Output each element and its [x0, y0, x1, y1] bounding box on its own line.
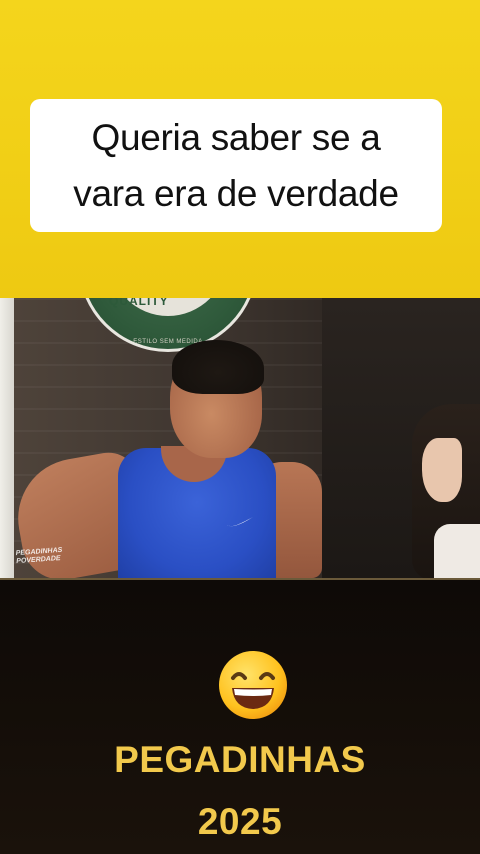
nike-swoosh-icon — [227, 517, 253, 527]
video-post: Queria saber se a vara era de verdade PR… — [0, 0, 480, 854]
woman-white-shirt — [434, 524, 480, 578]
video-frame[interactable]: PREMIUM QUALITY ESTILO SEM MEDIDA PEGADI… — [0, 298, 480, 578]
caption-text: Queria saber se a vara era de verdade — [73, 110, 399, 222]
left-wall-strip — [0, 298, 14, 578]
man-hair — [172, 340, 264, 394]
woman-face — [422, 438, 462, 502]
store-logo-text: PREMIUM QUALITY — [109, 298, 169, 308]
caption-line-2: vara era de verdade — [73, 172, 399, 214]
caption-line-1: Queria saber se a — [91, 116, 381, 158]
promo-title: PEGADINHAS — [114, 739, 366, 780]
grinning-face-icon — [219, 651, 287, 719]
caption-box: Queria saber se a vara era de verdade — [30, 99, 442, 232]
caption-banner: Queria saber se a vara era de verdade — [0, 0, 480, 298]
store-logo-inner: PREMIUM QUALITY — [109, 298, 227, 316]
promo-year: 2025 — [197, 801, 283, 842]
